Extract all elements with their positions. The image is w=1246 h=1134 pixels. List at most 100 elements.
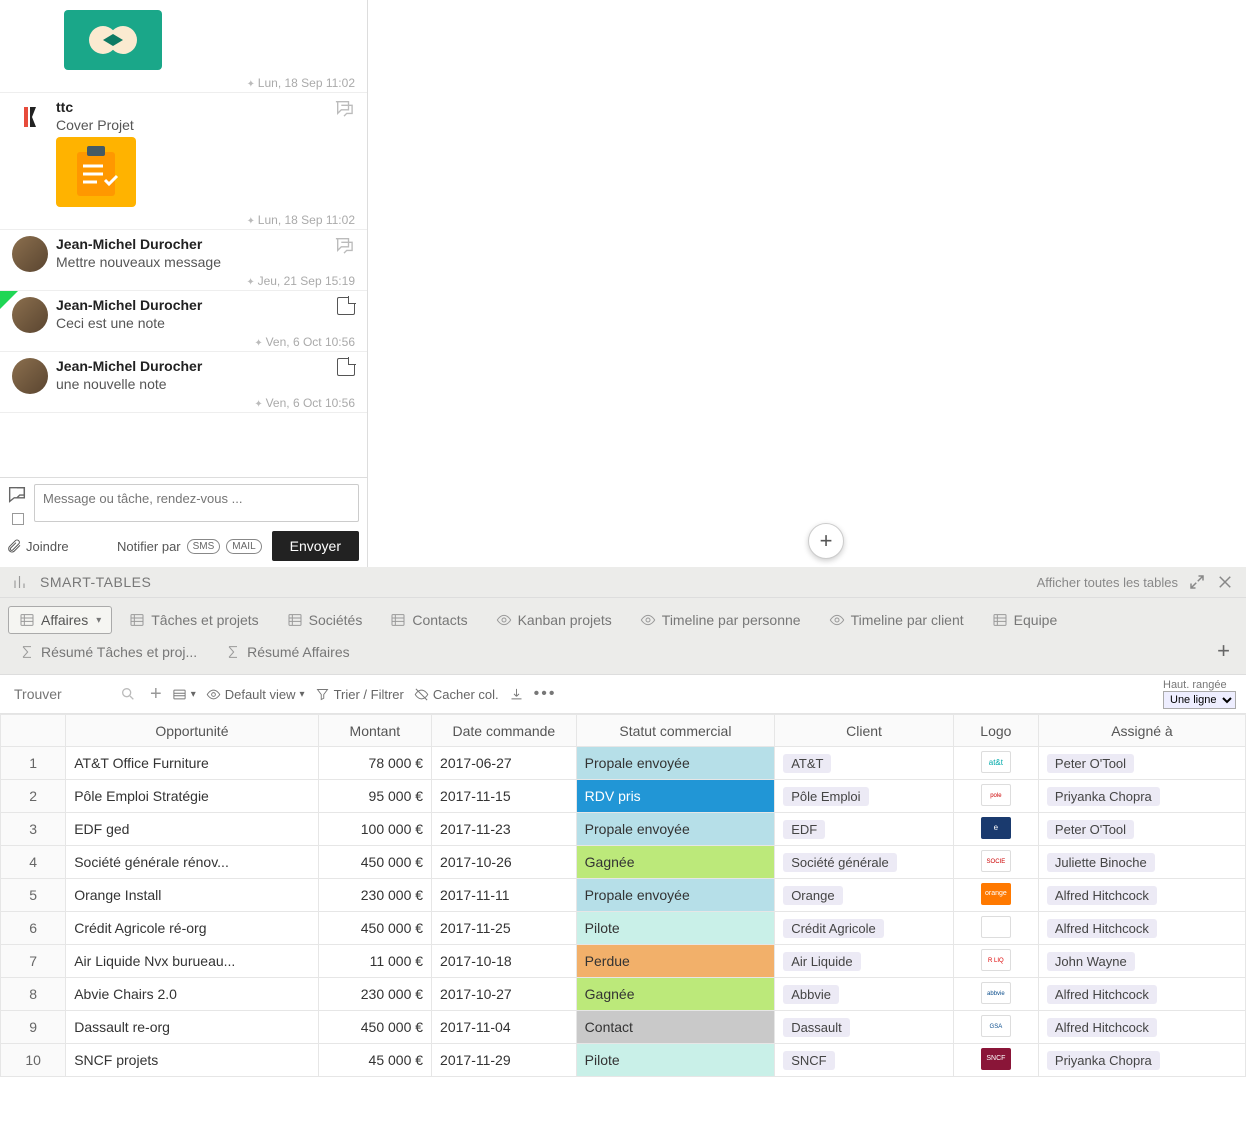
cell-logo[interactable]: CA <box>953 912 1038 945</box>
column-header[interactable]: Date commande <box>432 715 577 747</box>
close-icon[interactable] <box>1216 573 1234 591</box>
table-row[interactable]: 8Abvie Chairs 2.0230 000 €2017-10-27Gagn… <box>1 978 1246 1011</box>
table-row[interactable]: 5Orange Install230 000 €2017-11-11Propal… <box>1 879 1246 912</box>
cell-opportunity[interactable]: Dassault re-org <box>66 1011 318 1044</box>
column-header[interactable]: Logo <box>953 715 1038 747</box>
cell-assignee[interactable]: Peter O'Tool <box>1038 747 1245 780</box>
tab-r-sum-affaires[interactable]: Résumé Affaires <box>214 638 360 666</box>
reply-icon[interactable] <box>333 99 355 117</box>
cell-date[interactable]: 2017-06-27 <box>432 747 577 780</box>
tab-affaires[interactable]: Affaires▾ <box>8 606 112 634</box>
cell-logo[interactable]: e <box>953 813 1038 846</box>
floating-add-button[interactable]: + <box>808 523 844 559</box>
column-header[interactable]: Client <box>775 715 954 747</box>
cell-date[interactable]: 2017-10-18 <box>432 945 577 978</box>
message-item[interactable]: Lun, 18 Sep 11:02 <box>0 0 367 93</box>
cell-client[interactable]: Dassault <box>775 1011 954 1044</box>
cell-assignee[interactable]: Juliette Binoche <box>1038 846 1245 879</box>
cell-client[interactable]: Abbvie <box>775 978 954 1011</box>
add-row-button[interactable]: + <box>150 683 162 706</box>
cell-assignee[interactable]: Alfred Hitchcock <box>1038 1011 1245 1044</box>
show-all-tables-link[interactable]: Afficher toutes les tables <box>1037 575 1178 590</box>
table-row[interactable]: 4Société générale rénov...450 000 €2017-… <box>1 846 1246 879</box>
cell-amount[interactable]: 45 000 € <box>318 1044 431 1077</box>
cell-amount[interactable]: 230 000 € <box>318 879 431 912</box>
cell-client[interactable]: EDF <box>775 813 954 846</box>
cell-opportunity[interactable]: Pôle Emploi Stratégie <box>66 780 318 813</box>
cell-date[interactable]: 2017-11-04 <box>432 1011 577 1044</box>
table-row[interactable]: 9Dassault re-org450 000 €2017-11-04Conta… <box>1 1011 1246 1044</box>
tab-timeline-par-personne[interactable]: Timeline par personne <box>629 606 812 634</box>
cell-logo[interactable]: SOCIE <box>953 846 1038 879</box>
column-header[interactable]: Assigné à <box>1038 715 1245 747</box>
attach-button[interactable]: Joindre <box>6 538 69 554</box>
tab-soci-t-s[interactable]: Sociétés <box>276 606 374 634</box>
cell-opportunity[interactable]: Abvie Chairs 2.0 <box>66 978 318 1011</box>
cell-logo[interactable]: R LIQ <box>953 945 1038 978</box>
sms-toggle[interactable]: SMS <box>187 539 221 554</box>
cell-date[interactable]: 2017-11-29 <box>432 1044 577 1077</box>
send-button[interactable]: Envoyer <box>272 531 359 561</box>
add-tab-button[interactable]: + <box>1209 636 1238 668</box>
cell-amount[interactable]: 450 000 € <box>318 846 431 879</box>
cell-opportunity[interactable]: EDF ged <box>66 813 318 846</box>
cell-client[interactable]: Orange <box>775 879 954 912</box>
cell-opportunity[interactable]: Orange Install <box>66 879 318 912</box>
composer-checkbox[interactable] <box>12 513 24 525</box>
cell-date[interactable]: 2017-11-11 <box>432 879 577 912</box>
table-row[interactable]: 3EDF ged100 000 €2017-11-23Propale envoy… <box>1 813 1246 846</box>
table-row[interactable]: 1AT&T Office Furniture78 000 €2017-06-27… <box>1 747 1246 780</box>
message-item[interactable]: Jean-Michel DurocherCeci est une noteVen… <box>0 291 367 352</box>
note-icon[interactable] <box>337 297 355 315</box>
cell-amount[interactable]: 78 000 € <box>318 747 431 780</box>
cell-amount[interactable]: 450 000 € <box>318 912 431 945</box>
cell-assignee[interactable]: Alfred Hitchcock <box>1038 912 1245 945</box>
view-menu[interactable]: Default view ▾ <box>206 687 305 702</box>
row-style-menu[interactable]: ▾ <box>172 687 196 702</box>
cell-date[interactable]: 2017-10-26 <box>432 846 577 879</box>
sort-filter-button[interactable]: Trier / Filtrer <box>315 687 404 702</box>
cell-opportunity[interactable]: Crédit Agricole ré-org <box>66 912 318 945</box>
mail-toggle[interactable]: MAIL <box>226 539 261 554</box>
cell-status[interactable]: Propale envoyée <box>576 879 775 912</box>
cell-assignee[interactable]: Alfred Hitchcock <box>1038 978 1245 1011</box>
cell-amount[interactable]: 450 000 € <box>318 1011 431 1044</box>
message-input[interactable] <box>34 484 359 522</box>
column-header[interactable]: Statut commercial <box>576 715 775 747</box>
cell-date[interactable]: 2017-11-15 <box>432 780 577 813</box>
cell-status[interactable]: Pilote <box>576 1044 775 1077</box>
cell-amount[interactable]: 100 000 € <box>318 813 431 846</box>
cell-client[interactable]: Air Liquide <box>775 945 954 978</box>
message-item[interactable]: Jean-Michel DurocherMettre nouveaux mess… <box>0 230 367 291</box>
cell-client[interactable]: Pôle Emploi <box>775 780 954 813</box>
cell-status[interactable]: Contact <box>576 1011 775 1044</box>
cell-client[interactable]: Société générale <box>775 846 954 879</box>
note-icon[interactable] <box>337 358 355 376</box>
cell-opportunity[interactable]: SNCF projets <box>66 1044 318 1077</box>
hide-columns-button[interactable]: Cacher col. <box>414 687 499 702</box>
column-header[interactable]: Montant <box>318 715 431 747</box>
cell-assignee[interactable]: Priyanka Chopra <box>1038 1044 1245 1077</box>
message-item[interactable]: ttcCover ProjetLun, 18 Sep 11:02 <box>0 93 367 230</box>
cell-logo[interactable]: abbvie <box>953 978 1038 1011</box>
reply-icon[interactable] <box>333 236 355 254</box>
cell-opportunity[interactable]: AT&T Office Furniture <box>66 747 318 780</box>
cell-assignee[interactable]: Peter O'Tool <box>1038 813 1245 846</box>
table-row[interactable]: 6Crédit Agricole ré-org450 000 €2017-11-… <box>1 912 1246 945</box>
message-item[interactable]: Jean-Michel Durocherune nouvelle noteVen… <box>0 352 367 413</box>
table-row[interactable]: 2Pôle Emploi Stratégie95 000 €2017-11-15… <box>1 780 1246 813</box>
cell-status[interactable]: Perdue <box>576 945 775 978</box>
cell-status[interactable]: Pilote <box>576 912 775 945</box>
cell-date[interactable]: 2017-10-27 <box>432 978 577 1011</box>
cell-assignee[interactable]: Priyanka Chopra <box>1038 780 1245 813</box>
table-row[interactable]: 10SNCF projets45 000 €2017-11-29PiloteSN… <box>1 1044 1246 1077</box>
cell-amount[interactable]: 11 000 € <box>318 945 431 978</box>
tab-r-sum-t-ches-et-proj-[interactable]: Résumé Tâches et proj... <box>8 638 208 666</box>
cell-logo[interactable]: GSA <box>953 1011 1038 1044</box>
tab-kanban-projets[interactable]: Kanban projets <box>485 606 623 634</box>
cell-date[interactable]: 2017-11-25 <box>432 912 577 945</box>
cell-date[interactable]: 2017-11-23 <box>432 813 577 846</box>
cell-opportunity[interactable]: Air Liquide Nvx burueau... <box>66 945 318 978</box>
cell-status[interactable]: RDV pris <box>576 780 775 813</box>
cell-logo[interactable]: orange <box>953 879 1038 912</box>
